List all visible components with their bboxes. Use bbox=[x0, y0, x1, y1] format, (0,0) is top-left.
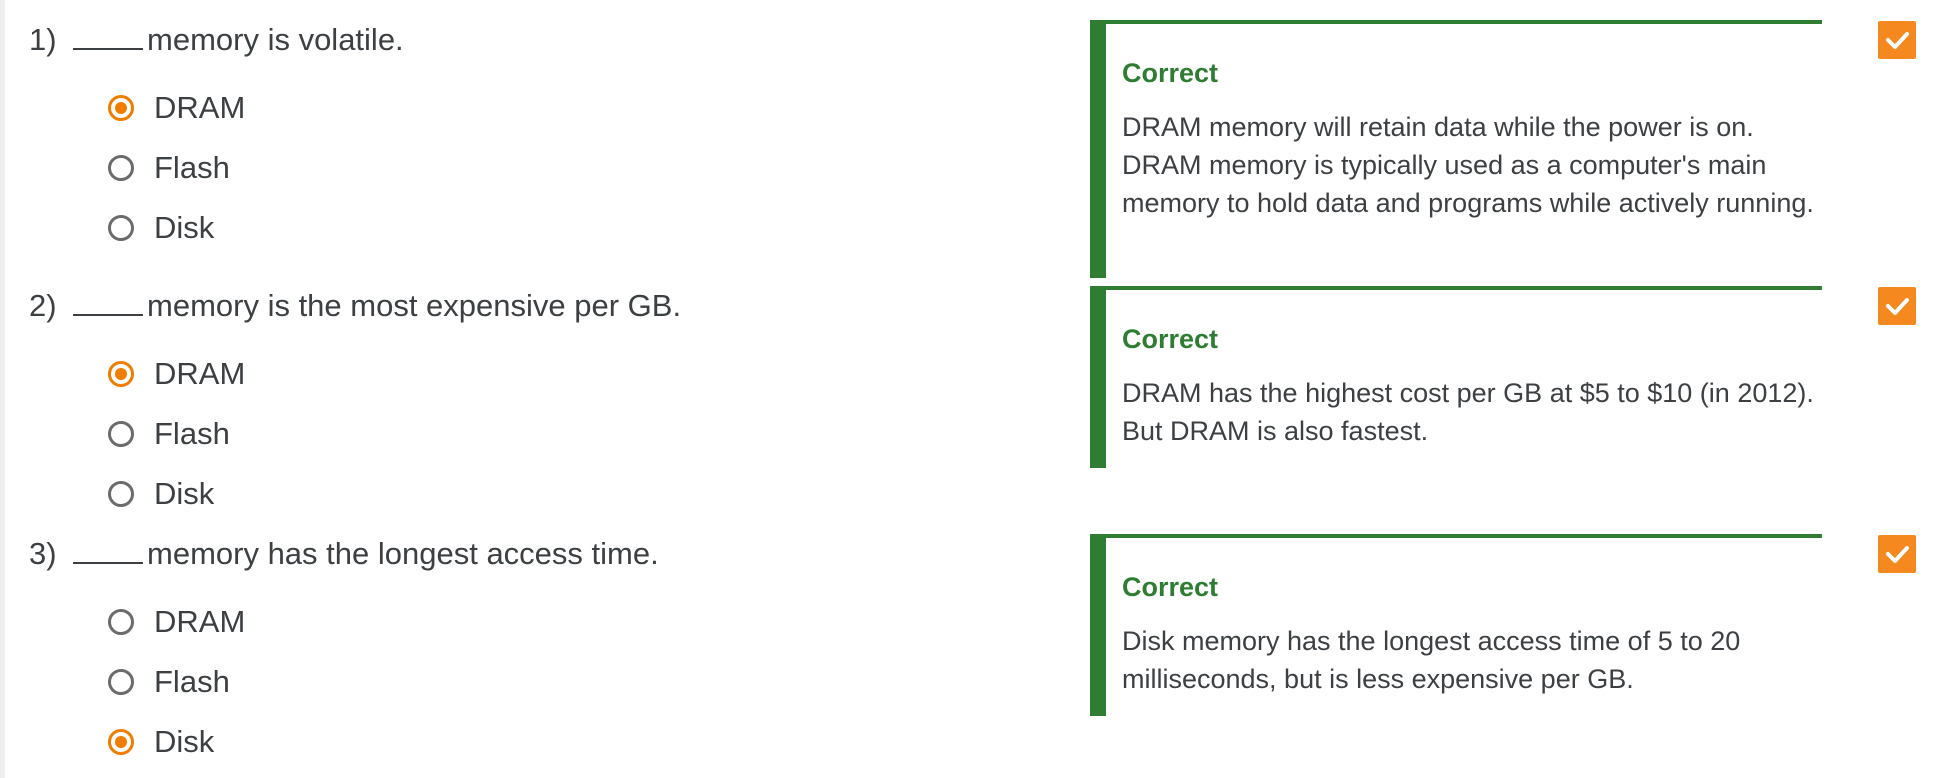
radio-button[interactable] bbox=[108, 421, 134, 447]
choice-label: Flash bbox=[154, 416, 230, 451]
question-number: 2) bbox=[29, 288, 57, 323]
feedback-panel-1: Correct DRAM memory will retain data whi… bbox=[1090, 20, 1822, 278]
radio-button[interactable] bbox=[108, 155, 134, 181]
radio-button[interactable] bbox=[108, 609, 134, 635]
choice-label: DRAM bbox=[154, 90, 246, 125]
choice-label: DRAM bbox=[154, 356, 246, 391]
left-border bbox=[0, 0, 5, 778]
answer-blank bbox=[73, 286, 143, 316]
choice-label: DRAM bbox=[154, 604, 246, 639]
feedback-text: DRAM memory will retain data while the p… bbox=[1122, 112, 1814, 218]
choice-dram[interactable]: DRAM bbox=[108, 344, 245, 404]
choice-flash[interactable]: Flash bbox=[108, 652, 245, 712]
question-text: memory is the most expensive per GB. bbox=[147, 288, 682, 323]
radio-button[interactable] bbox=[108, 481, 134, 507]
choice-dram[interactable]: DRAM bbox=[108, 78, 245, 138]
question-prompt: 1) memory is volatile. bbox=[29, 20, 404, 60]
status-badge-1 bbox=[1878, 21, 1916, 59]
radio-button[interactable] bbox=[108, 215, 134, 241]
radio-button-selected[interactable] bbox=[108, 729, 134, 755]
feedback-text: Disk memory has the longest access time … bbox=[1122, 626, 1741, 694]
feedback-panel-3: Correct Disk memory has the longest acce… bbox=[1090, 534, 1822, 716]
choice-list: DRAM Flash Disk bbox=[108, 344, 245, 524]
checkmark-icon bbox=[1886, 32, 1909, 49]
choice-dram[interactable]: DRAM bbox=[108, 592, 245, 652]
question-number: 1) bbox=[29, 22, 57, 57]
feedback-title: Correct bbox=[1122, 324, 1219, 354]
question-text: memory is volatile. bbox=[147, 22, 404, 57]
answer-blank bbox=[73, 20, 143, 50]
checkmark-icon bbox=[1886, 298, 1909, 315]
question-prompt: 2) memory is the most expensive per GB. bbox=[29, 286, 681, 326]
choice-list: DRAM Flash Disk bbox=[108, 592, 245, 772]
feedback-title: Correct bbox=[1122, 58, 1219, 88]
choice-flash[interactable]: Flash bbox=[108, 404, 245, 464]
feedback-panel-2: Correct DRAM has the highest cost per GB… bbox=[1090, 286, 1822, 468]
status-badge-2 bbox=[1878, 287, 1916, 325]
choice-list: DRAM Flash Disk bbox=[108, 78, 245, 258]
question-prompt: 3) memory has the longest access time. bbox=[29, 534, 659, 574]
question-text: memory has the longest access time. bbox=[147, 536, 659, 571]
feedback-title: Correct bbox=[1122, 572, 1219, 602]
quiz-page: 1) memory is volatile. DRAM Flash Disk Co… bbox=[0, 0, 1950, 778]
checkmark-icon bbox=[1886, 546, 1909, 563]
choice-label: Disk bbox=[154, 210, 215, 245]
radio-button-selected[interactable] bbox=[108, 95, 134, 121]
choice-label: Disk bbox=[154, 724, 215, 759]
choice-label: Flash bbox=[154, 150, 230, 185]
status-badge-3 bbox=[1878, 535, 1916, 573]
answer-blank bbox=[73, 534, 143, 564]
choice-disk[interactable]: Disk bbox=[108, 198, 245, 258]
choice-label: Disk bbox=[154, 476, 215, 511]
choice-disk[interactable]: Disk bbox=[108, 712, 245, 772]
choice-label: Flash bbox=[154, 664, 230, 699]
question-number: 3) bbox=[29, 536, 57, 571]
choice-flash[interactable]: Flash bbox=[108, 138, 245, 198]
radio-button[interactable] bbox=[108, 669, 134, 695]
choice-disk[interactable]: Disk bbox=[108, 464, 245, 524]
radio-button-selected[interactable] bbox=[108, 361, 134, 387]
feedback-text: DRAM has the highest cost per GB at $5 t… bbox=[1122, 378, 1814, 446]
